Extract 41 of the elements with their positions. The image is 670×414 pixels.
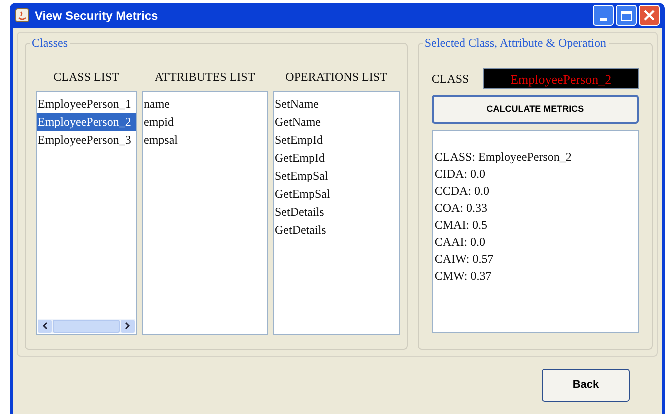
result-line: CMAI: 0.5 [434, 217, 488, 234]
result-line: CCDA: 0.0 [434, 183, 490, 200]
app-icon [15, 8, 30, 23]
column-heading: OPERATIONS LIST [286, 69, 388, 86]
result-line: CLASS: EmployeePerson_2 [434, 149, 572, 166]
result-line: CMW: 0.37 [434, 268, 492, 285]
close-button[interactable] [639, 5, 660, 26]
maximize-button[interactable] [616, 5, 637, 26]
list-item[interactable]: EmployeePerson_2 [37, 113, 136, 131]
maximize-icon [621, 10, 632, 20]
list-item[interactable]: GetEmpId [275, 149, 325, 167]
list-item[interactable]: SetDetails [275, 203, 324, 221]
column-heading: ATTRIBUTES LIST [154, 69, 256, 86]
list-item[interactable]: GetEmpSal [275, 185, 330, 203]
list-item[interactable]: SetEmpId [275, 131, 323, 149]
class-label: CLASS [432, 70, 470, 88]
close-icon [644, 10, 655, 21]
result-line: CAIW: 0.57 [434, 251, 494, 268]
list-item[interactable]: EmployeePerson_1 [37, 95, 136, 113]
result-line: CAAI: 0.0 [434, 234, 486, 251]
calculate-metrics-button[interactable]: CALCULATE METRICS [432, 95, 639, 124]
result-line: CIDA: 0.0 [434, 166, 486, 183]
column-heading: CLASS LIST [54, 69, 120, 86]
result-line: COA: 0.33 [434, 200, 488, 217]
scroll-right-button[interactable] [121, 320, 135, 332]
minimize-button[interactable] [593, 5, 614, 26]
class-value-field: EmployeePerson_2 [483, 68, 639, 89]
horizontal-scrollbar[interactable] [38, 319, 135, 333]
list-item[interactable]: GetDetails [275, 221, 326, 239]
list-item[interactable]: empid [144, 113, 174, 131]
scrollbar-thumb[interactable] [53, 320, 120, 332]
back-button[interactable]: Back [542, 369, 630, 402]
list-item[interactable]: SetEmpSal [275, 167, 328, 185]
list-item[interactable]: GetName [275, 113, 321, 131]
scroll-left-button[interactable] [38, 320, 52, 332]
minimize-icon [600, 18, 607, 21]
list-item[interactable]: empsal [144, 131, 178, 149]
list-item[interactable]: SetName [275, 95, 319, 113]
list-item[interactable]: EmployeePerson_3 [37, 131, 136, 149]
window-title: View Security Metrics [35, 8, 160, 24]
list-item[interactable]: name [144, 95, 170, 113]
